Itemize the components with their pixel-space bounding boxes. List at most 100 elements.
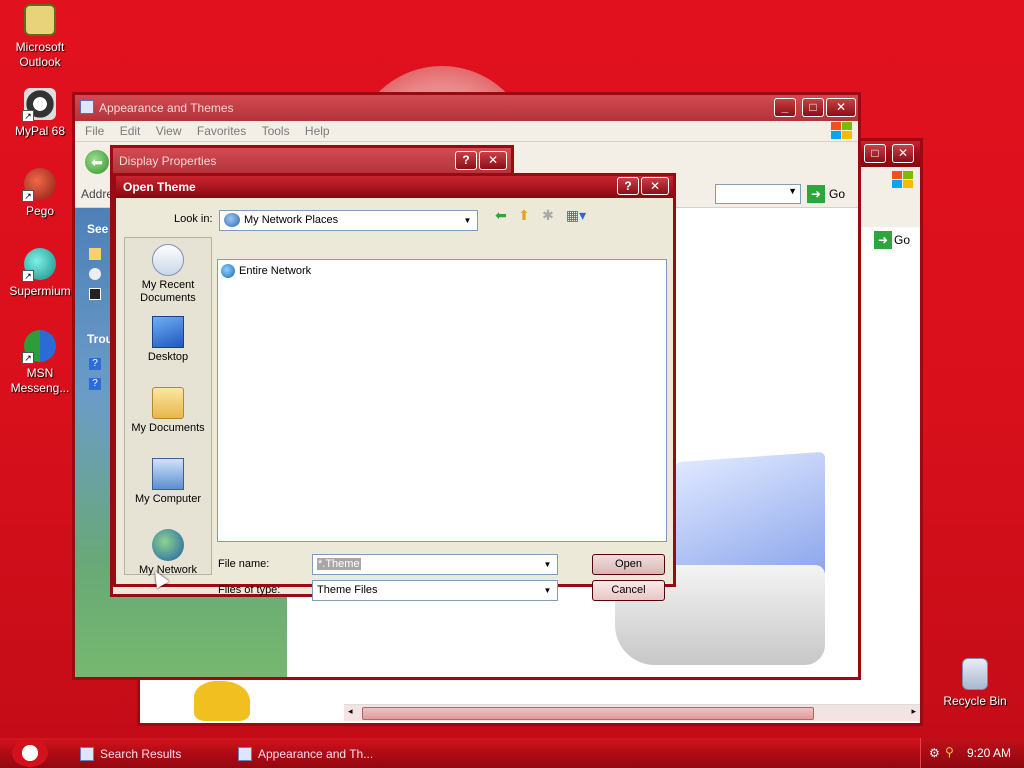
my-documents-icon: [152, 387, 184, 419]
open-button[interactable]: Open: [592, 554, 665, 575]
file-item-entire-network[interactable]: Entire Network: [221, 263, 311, 279]
minimize-button[interactable]: _: [774, 98, 796, 117]
place-desktop[interactable]: Desktop: [125, 316, 211, 364]
look-in-value: My Network Places: [244, 214, 339, 226]
mypal-icon: [22, 88, 56, 122]
taskbar-item-appearance[interactable]: Appearance and Th...: [238, 742, 398, 766]
address-input[interactable]: ▼: [715, 184, 801, 204]
go-label: Go: [894, 233, 911, 247]
place-my-documents[interactable]: My Documents: [125, 387, 211, 435]
clock[interactable]: 9:20 AM: [967, 746, 1011, 760]
msn-messenger-icon: [22, 330, 56, 364]
dropdown-arrow-icon[interactable]: ▼: [788, 186, 797, 196]
desktop-icon-recycle-bin[interactable]: Recycle Bin: [935, 658, 1015, 709]
font-icon[interactable]: [89, 268, 101, 280]
file-type-combo[interactable]: Theme Files ▼: [312, 580, 558, 601]
menu-help[interactable]: Help: [305, 124, 330, 138]
back-button[interactable]: ⬅: [85, 150, 109, 174]
taskbar-item-search-results[interactable]: Search Results: [80, 742, 230, 766]
file-name-combo[interactable]: *.Theme ▼: [312, 554, 558, 575]
close-button[interactable]: ✕: [479, 151, 507, 170]
back-icon[interactable]: ⬅: [492, 206, 510, 224]
taskbar-item-label: Appearance and Th...: [258, 747, 374, 761]
look-in-label: Look in:: [174, 213, 213, 225]
window-title: Display Properties: [119, 154, 217, 168]
go-button[interactable]: ➜ Go: [807, 184, 845, 204]
maximize-button[interactable]: □: [802, 98, 824, 117]
display-properties-titlebar[interactable]: Display Properties ? ✕: [113, 148, 511, 174]
scroll-right-icon[interactable]: ▸: [911, 706, 916, 717]
go-arrow-icon: ➜: [874, 231, 892, 249]
close-button[interactable]: ✕: [892, 144, 914, 163]
search-results-icon: [80, 747, 94, 761]
go-arrow-icon: ➜: [807, 185, 825, 203]
help-button[interactable]: ?: [455, 151, 477, 170]
start-button[interactable]: [12, 739, 48, 767]
control-panel-icon: [238, 747, 252, 761]
help-icon[interactable]: ?: [89, 378, 101, 390]
menu-bar: File Edit View Favorites Tools Help: [75, 121, 858, 142]
scroll-left-icon[interactable]: ◂: [348, 706, 353, 717]
desktop-icon-supermium[interactable]: Supermium: [0, 248, 80, 299]
file-type-value: Theme Files: [317, 584, 378, 596]
desktop-icon-outlook[interactable]: Microsoft Outlook: [0, 4, 80, 70]
control-panel-icon: [80, 100, 94, 114]
globe-icon: [221, 264, 235, 278]
menu-view[interactable]: View: [156, 124, 182, 138]
desktop-icon-mypal[interactable]: MyPal 68: [0, 88, 80, 139]
dialog-title: Open Theme: [123, 180, 196, 194]
menu-file[interactable]: File: [85, 124, 104, 138]
view-menu-icon[interactable]: ▦▾: [563, 206, 589, 224]
display-icon[interactable]: [89, 288, 101, 300]
desktop-icon-msn[interactable]: MSN Messeng...: [0, 330, 80, 396]
search-tray-icon[interactable]: ⚲: [945, 745, 954, 759]
desktop-icon-label: Pego: [25, 204, 55, 218]
appearance-titlebar[interactable]: Appearance and Themes _ □ ✕: [75, 95, 858, 121]
close-button[interactable]: ✕: [641, 177, 669, 195]
menu-favorites[interactable]: Favorites: [197, 124, 246, 138]
help-icon[interactable]: ?: [89, 358, 101, 370]
menu-edit[interactable]: Edit: [120, 124, 141, 138]
help-button[interactable]: ?: [617, 177, 639, 195]
search-companion-dog[interactable]: [194, 681, 250, 721]
dropdown-arrow-icon[interactable]: ▼: [540, 557, 555, 572]
folder-icon[interactable]: [89, 248, 101, 260]
place-label: My Computer: [134, 493, 202, 505]
menu-tools[interactable]: Tools: [262, 124, 290, 138]
up-folder-icon[interactable]: ⬆: [515, 206, 533, 224]
taskbar-item-label: Search Results: [100, 747, 182, 761]
open-theme-titlebar[interactable]: Open Theme ? ✕: [116, 176, 673, 198]
file-name-label: File name:: [218, 558, 270, 570]
place-my-computer[interactable]: My Computer: [125, 458, 211, 506]
place-label: My Recent Documents: [140, 279, 196, 304]
place-label: Desktop: [147, 351, 189, 363]
supermium-icon: [22, 248, 56, 282]
horizontal-scrollbar[interactable]: ◂ ▸: [344, 704, 920, 721]
look-in-combo[interactable]: My Network Places ▼: [219, 210, 478, 231]
cancel-button[interactable]: Cancel: [592, 580, 665, 601]
my-computer-icon: [152, 458, 184, 490]
desktop-icon-label: Microsoft Outlook: [15, 40, 65, 69]
place-my-network[interactable]: My Network: [125, 529, 211, 577]
file-type-label: Files of type:: [218, 584, 281, 596]
window-title: Appearance and Themes: [99, 101, 234, 115]
see-also-heading: See: [87, 222, 109, 236]
windows-logo-icon: [892, 171, 914, 189]
open-theme-dialog[interactable]: Open Theme ? ✕ Look in: My Network Place…: [113, 173, 676, 601]
new-folder-icon[interactable]: ✱: [539, 206, 557, 224]
close-button[interactable]: ✕: [826, 98, 856, 117]
dropdown-arrow-icon[interactable]: ▼: [460, 213, 475, 228]
desktop-icon-pego[interactable]: Pego: [0, 168, 80, 219]
maximize-button[interactable]: □: [864, 144, 886, 163]
dropdown-arrow-icon[interactable]: ▼: [540, 583, 555, 598]
file-name-value[interactable]: *.Theme: [317, 558, 361, 570]
place-label: My Documents: [131, 422, 205, 434]
taskbar: Search Results Appearance and Th... ⚙ ⚲ …: [0, 738, 1024, 768]
scrollbar-thumb[interactable]: [362, 707, 814, 720]
place-recent-documents[interactable]: My Recent Documents: [125, 244, 211, 305]
desktop-icon-label: Supermium: [9, 284, 71, 298]
back-go-button[interactable]: ➜ Go: [870, 229, 920, 251]
desktop-icon-label: MyPal 68: [14, 124, 66, 138]
file-list[interactable]: Entire Network: [217, 259, 667, 542]
network-tray-icon[interactable]: ⚙: [929, 746, 940, 760]
